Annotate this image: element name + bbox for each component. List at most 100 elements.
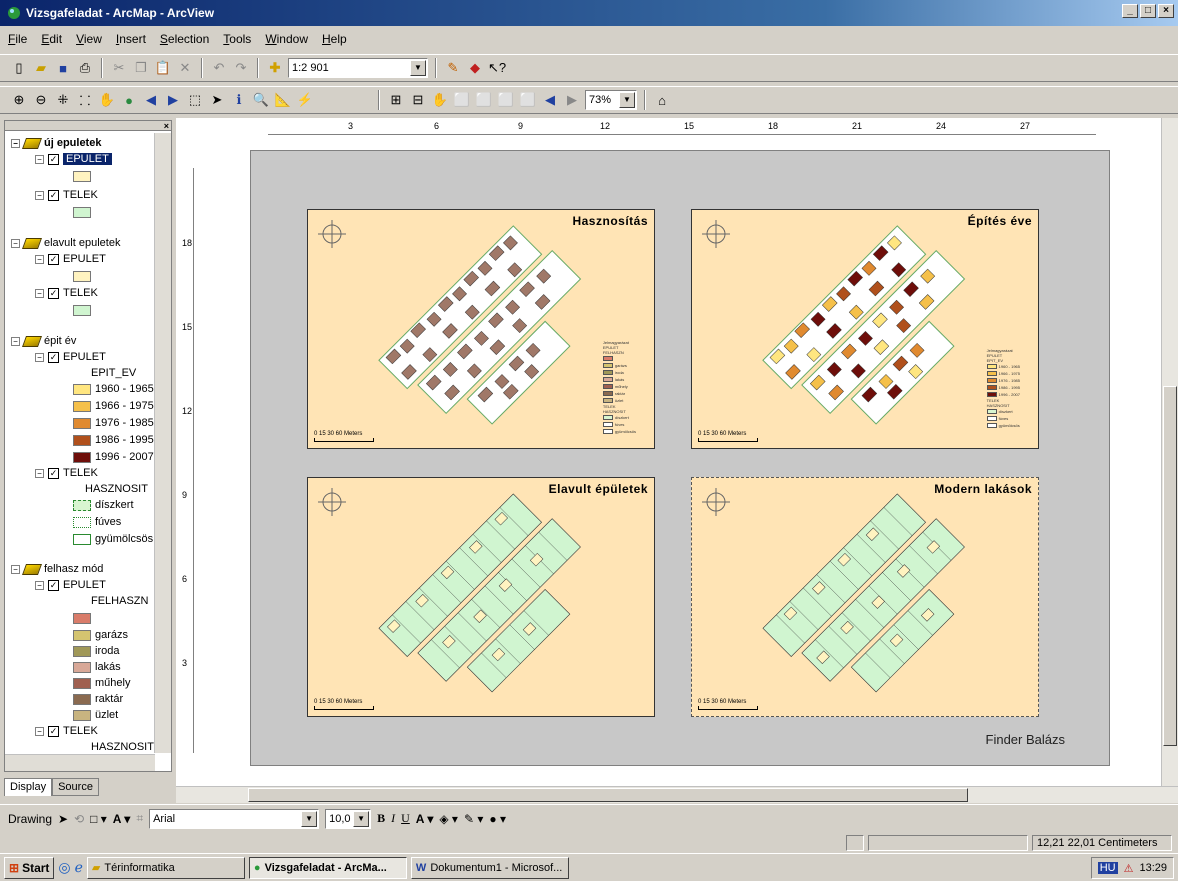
fixed-zoom-in-icon[interactable]: ⁜ (54, 91, 72, 109)
back-extent-icon[interactable]: ◀ (142, 91, 160, 109)
collapse-icon[interactable]: − (11, 238, 20, 248)
line-color-icon[interactable]: ✎ ▾ (464, 812, 483, 826)
fixed-zoom-out-icon[interactable]: ⸬ (76, 91, 94, 109)
layout-horizontal-scrollbar[interactable] (176, 786, 1178, 803)
start-button[interactable]: ⊞ Start (4, 856, 55, 879)
menu-file[interactable]: File (8, 32, 27, 46)
toc-group-uj-epuletek[interactable]: − új epuletek (11, 137, 101, 149)
menu-help[interactable]: Help (322, 32, 347, 46)
layout-vertical-scrollbar[interactable] (1161, 118, 1178, 786)
select-arrow-icon[interactable]: ➤ (58, 812, 68, 826)
delete-icon[interactable]: ✕ (176, 59, 194, 77)
menu-selection[interactable]: Selection (160, 32, 209, 46)
close-button[interactable]: × (1158, 4, 1174, 18)
scroll-thumb[interactable] (248, 788, 968, 802)
toc-layer-epulet[interactable]: − ✓ EPULET (35, 579, 106, 591)
toc-group-felhasz-mod[interactable]: − felhasz mód (11, 563, 103, 575)
toc-group-elavult-epuletek[interactable]: − elavult epuletek (11, 237, 120, 249)
bold-button[interactable]: B (377, 811, 385, 826)
collapse-icon[interactable]: − (35, 254, 44, 264)
collapse-icon[interactable]: − (35, 468, 44, 478)
save-icon[interactable]: ■ (54, 59, 72, 77)
map-scale-combo[interactable]: 1:2 901 ▼ (288, 58, 428, 78)
print-icon[interactable]: ⎙ (76, 59, 94, 77)
layer-checkbox[interactable]: ✓ (48, 467, 59, 479)
copy-icon[interactable]: ❐ (132, 59, 150, 77)
collapse-icon[interactable]: − (35, 726, 44, 736)
chevron-down-icon[interactable]: ▼ (410, 60, 426, 76)
tab-display[interactable]: Display (4, 778, 53, 796)
collapse-icon[interactable]: − (35, 190, 44, 200)
close-icon[interactable]: × (164, 121, 169, 131)
quicklaunch-desktop-icon[interactable]: ◎ (58, 859, 70, 876)
menu-view[interactable]: View (76, 32, 102, 46)
map-frame-elavult-epuletek[interactable]: Elavult épületek 0 15 30 60 Meters (307, 477, 655, 717)
edit-vertices-icon[interactable]: ⌗ (136, 811, 143, 826)
new-icon[interactable]: ▯ (10, 59, 28, 77)
toggle-draft-mode-icon[interactable]: ⌂ (653, 91, 671, 109)
collapse-icon[interactable]: − (35, 580, 44, 590)
layer-checkbox[interactable]: ✓ (48, 287, 59, 299)
select-features-icon[interactable]: ⬚ (186, 91, 204, 109)
toc-vertical-scrollbar[interactable] (154, 133, 171, 753)
drawing-menu[interactable]: Drawing (8, 812, 52, 826)
editor-icon[interactable]: ✎ (444, 59, 462, 77)
toc-layer-epulet[interactable]: − ✓ EPULET (35, 153, 112, 165)
toc-group-epit-ev[interactable]: − épit év (11, 335, 76, 347)
toc-layer-telek[interactable]: − ✓ TELEK (35, 189, 98, 201)
chevron-down-icon[interactable]: ▼ (301, 810, 318, 827)
collapse-icon[interactable]: − (35, 288, 44, 298)
layout-zoom-in-icon[interactable]: ⊞ (387, 91, 405, 109)
layout-zoom-combo[interactable]: 73% ▼ (585, 90, 637, 110)
toc-layer-telek[interactable]: − ✓ TELEK (35, 287, 98, 299)
italic-button[interactable]: I (391, 811, 395, 826)
hyperlink-icon[interactable]: ⚡ (296, 91, 314, 109)
cut-icon[interactable]: ✂ (110, 59, 128, 77)
chevron-down-icon[interactable]: ▼ (619, 92, 635, 108)
collapse-icon[interactable]: − (35, 154, 44, 164)
rotate-icon[interactable]: ⟲ (74, 812, 84, 826)
menu-edit[interactable]: Edit (41, 32, 62, 46)
layout-pan-icon[interactable]: ✋ (431, 91, 449, 109)
underline-button[interactable]: U (401, 811, 410, 826)
toc-layer-epulet[interactable]: − ✓ EPULET (35, 253, 106, 265)
minimize-button[interactable]: _ (1122, 4, 1138, 18)
zoom-out-icon[interactable]: ⊖ (32, 91, 50, 109)
task-terinformatika[interactable]: ▰ Térinformatika (86, 856, 245, 879)
quicklaunch-ie-icon[interactable]: ℯ (75, 859, 83, 876)
language-indicator[interactable]: HU (1097, 862, 1118, 874)
arctoolbox-icon[interactable]: ◆ (466, 59, 484, 77)
collapse-icon[interactable]: − (11, 564, 20, 574)
toc-layer-telek[interactable]: − ✓ TELEK (35, 725, 98, 737)
add-data-icon[interactable]: ✚ (266, 59, 284, 77)
select-elements-icon[interactable]: ➤ (208, 91, 226, 109)
redo-icon[interactable]: ↷ (232, 59, 250, 77)
zoom-in-icon[interactable]: ⊕ (10, 91, 28, 109)
paste-icon[interactable]: 📋 (154, 59, 172, 77)
layer-checkbox[interactable]: ✓ (48, 579, 59, 591)
fill-color-icon[interactable]: ◈ ▾ (439, 812, 458, 826)
collapse-icon[interactable]: − (35, 352, 44, 362)
menu-window[interactable]: Window (265, 32, 308, 46)
full-extent-icon[interactable]: ● (120, 91, 138, 109)
font-color-icon[interactable]: A ▾ (416, 812, 434, 826)
layer-checkbox[interactable]: ✓ (48, 153, 59, 165)
zoom-100-icon[interactable]: ⬜ (519, 91, 537, 109)
toc-layer-telek[interactable]: − ✓ TELEK (35, 467, 98, 479)
toc-layer-epulet[interactable]: − ✓ EPULET (35, 351, 106, 363)
menu-insert[interactable]: Insert (116, 32, 146, 46)
undo-icon[interactable]: ↶ (210, 59, 228, 77)
text-icon[interactable]: A ▾ (113, 812, 131, 826)
layer-checkbox[interactable]: ✓ (48, 725, 59, 737)
map-frame-hasznositas[interactable]: Hasznosítás Jelmagyarázat EPULET FELHASZ… (307, 209, 655, 449)
previous-layout-extent-icon[interactable]: ◀ (541, 91, 559, 109)
scroll-thumb[interactable] (1163, 386, 1177, 746)
map-frame-modern-lakasok[interactable]: Modern lakások 0 15 30 60 Meters (691, 477, 1039, 717)
measure-icon[interactable]: 📐 (274, 91, 292, 109)
font-size-combo[interactable]: 10,0 ▼ (325, 808, 372, 829)
identify-icon[interactable]: ℹ (230, 91, 248, 109)
zoom-whole-page-icon[interactable]: ⬜ (453, 91, 471, 109)
collapse-icon[interactable]: − (11, 336, 20, 346)
fixed-zoom-in-layout-icon[interactable]: ⬜ (475, 91, 493, 109)
layer-checkbox[interactable]: ✓ (48, 189, 59, 201)
